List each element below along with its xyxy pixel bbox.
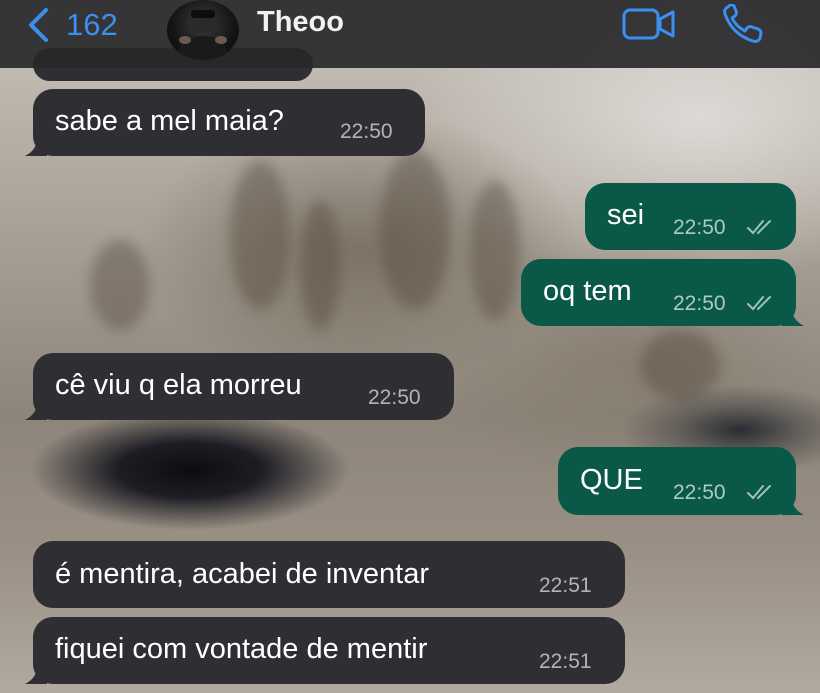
message-text: QUE bbox=[580, 464, 643, 496]
message-text: sabe a mel maia? bbox=[55, 105, 284, 137]
message-time: 22:50 bbox=[340, 120, 393, 143]
bubble-tail bbox=[25, 138, 47, 156]
message-text: sei bbox=[607, 199, 645, 231]
back-button[interactable]: 162 bbox=[26, 7, 118, 43]
message-text: fiquei com vontade de mentir bbox=[55, 633, 428, 665]
message-text: é mentira, acabei de inventar bbox=[55, 558, 429, 590]
double-check-icon bbox=[747, 296, 771, 311]
double-check-icon bbox=[747, 485, 771, 500]
chat-header: 162 Theoo bbox=[0, 0, 820, 68]
message-text: oq tem bbox=[543, 275, 632, 307]
bubble-tail bbox=[782, 308, 804, 326]
unread-count: 162 bbox=[66, 7, 118, 42]
chat-screen: 162 Theoo sabe a mel maia? 22:50 sei 22:… bbox=[0, 0, 820, 693]
bubble-tail bbox=[782, 497, 804, 515]
avatar[interactable] bbox=[167, 0, 239, 60]
message-time: 22:50 bbox=[673, 292, 726, 315]
message-time: 22:50 bbox=[673, 216, 726, 239]
message-text: cê viu q ela morreu bbox=[55, 369, 302, 401]
message-time: 22:51 bbox=[539, 650, 592, 673]
message-bubble-incoming[interactable]: sabe a mel maia? 22:50 bbox=[25, 89, 425, 156]
message-bubble-outgoing[interactable]: oq tem 22:50 bbox=[521, 259, 804, 326]
message-time: 22:50 bbox=[368, 386, 421, 409]
video-call-button[interactable] bbox=[622, 8, 676, 40]
message-time: 22:51 bbox=[539, 574, 592, 597]
double-check-icon bbox=[747, 220, 771, 235]
message-bubble-outgoing[interactable]: QUE 22:50 bbox=[558, 447, 804, 515]
message-bubble-outgoing[interactable]: sei 22:50 bbox=[585, 183, 796, 250]
chevron-left-icon bbox=[29, 8, 48, 42]
message-bubble-incoming[interactable]: fiquei com vontade de mentir 22:51 bbox=[25, 617, 625, 684]
bubble-tail bbox=[25, 666, 47, 684]
bubble-tail bbox=[25, 402, 47, 420]
contact-name[interactable]: Theoo bbox=[257, 6, 344, 39]
message-time: 22:50 bbox=[673, 481, 726, 504]
voice-call-button[interactable] bbox=[722, 4, 764, 44]
message-bubble-incoming[interactable]: é mentira, acabei de inventar 22:51 bbox=[33, 541, 625, 608]
message-bubble-incoming[interactable]: cê viu q ela morreu 22:50 bbox=[25, 353, 454, 420]
contact-photo bbox=[179, 10, 227, 60]
